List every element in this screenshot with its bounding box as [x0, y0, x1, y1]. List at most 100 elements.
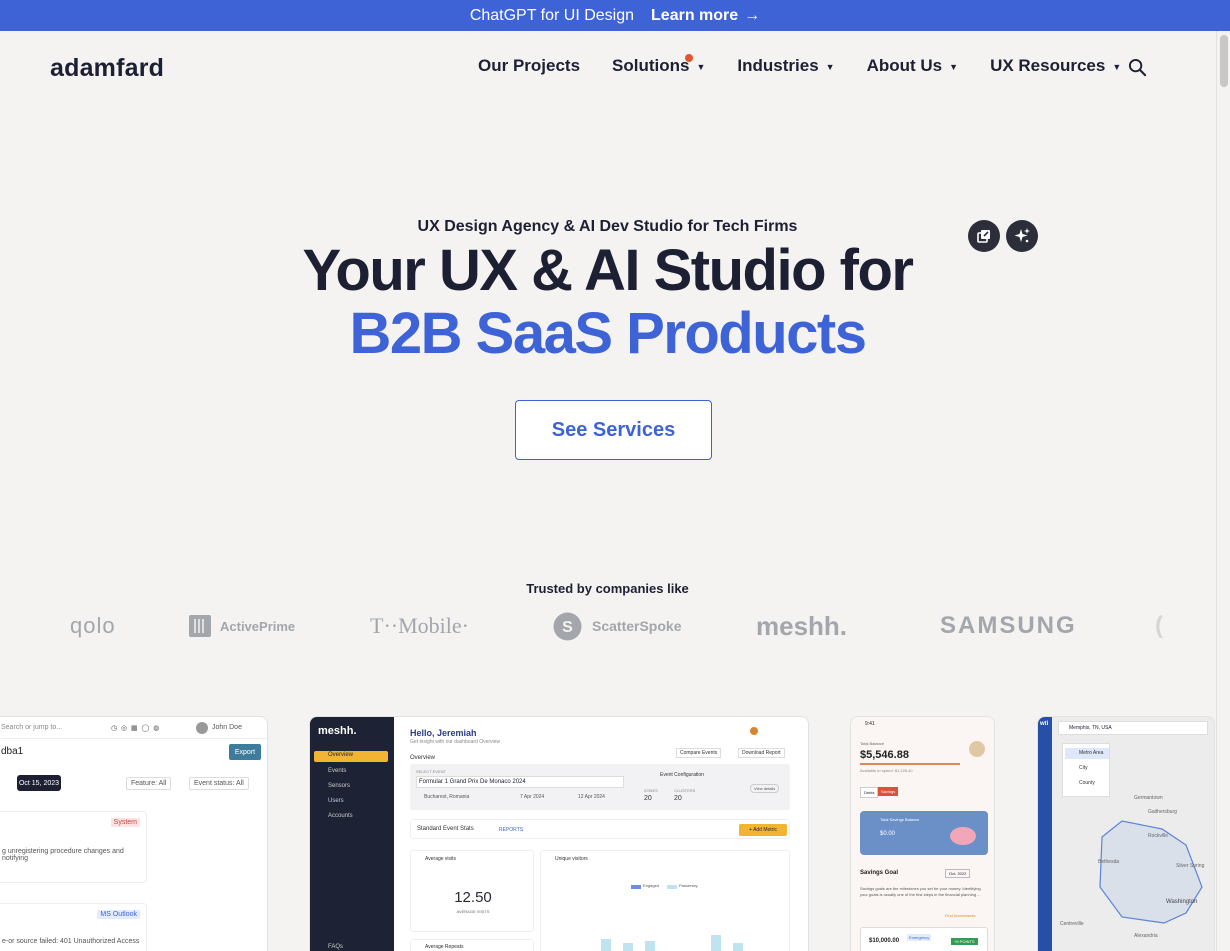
activeprime-icon: [189, 615, 211, 637]
goal-amount: $10,000.00: [869, 938, 900, 944]
status-filter[interactable]: Event status: All: [189, 777, 249, 790]
place-label: Alexandria: [1134, 933, 1158, 939]
add-metric-button[interactable]: + Add Metric: [739, 824, 787, 836]
search-input[interactable]: Search or jump to...: [1, 724, 62, 731]
external-window-icon[interactable]: [968, 220, 1000, 252]
place-label: Rockville: [1148, 833, 1169, 839]
tab-savings[interactable]: Savings: [878, 787, 899, 796]
nav-item-our-projects[interactable]: Our Projects: [478, 56, 580, 76]
scrollbar-thumb[interactable]: [1220, 35, 1228, 87]
status-time: 9:41: [865, 721, 875, 727]
trusted-label: Trusted by companies like: [526, 581, 689, 596]
place-label: Gaithersburg: [1148, 809, 1177, 815]
avg-visits-caption: AVERAGE VISITS: [456, 909, 490, 914]
logo-scatterspoke: S ScatterSpoke: [553, 606, 681, 646]
place-label: Germantown: [1134, 795, 1163, 801]
greeting: Hello, Jeremiah: [410, 728, 477, 738]
stats-title: Standard Event Stats: [417, 826, 474, 832]
menu-item-events[interactable]: Events: [328, 768, 346, 774]
banner-learn-more-link[interactable]: Learn more: [651, 7, 738, 25]
tab-debts[interactable]: Debts: [860, 787, 879, 798]
avg-visits-label: Average visits: [425, 856, 457, 862]
menu-item-faqs[interactable]: FAQs: [328, 944, 343, 950]
goal-description: Savings goals are the milestones you set…: [860, 886, 981, 897]
greeting-sub: Get insight with our dashboard Overview: [410, 739, 501, 745]
nav-label: About Us: [866, 56, 943, 75]
activeprime-wordmark: ActivePrime: [220, 618, 296, 634]
showcase-card-meshh-dashboard: meshh. Overview Events Sensors Users Acc…: [309, 716, 809, 951]
event-select[interactable]: Formular 1 Grand Prix De Monaco 2024: [416, 776, 624, 788]
sparkles-icon[interactable]: [1006, 220, 1038, 252]
legend-engaged: Engaged: [643, 883, 660, 888]
event-text: g unregistering procedure changes and no…: [2, 848, 124, 862]
showcase-card-map: wti Memphis, TN, USA Metro Area City Cou…: [1037, 716, 1215, 951]
clusters-label: CLUSTERS: [674, 788, 696, 793]
savings-card-value: $0.00: [880, 831, 896, 837]
site-logo[interactable]: adamfard: [50, 54, 164, 83]
chevron-down-icon: ▼: [1112, 62, 1122, 72]
export-button[interactable]: Export: [229, 744, 261, 760]
place-label: Centreville: [1060, 921, 1084, 927]
avg-visits-value: 12.50: [454, 889, 492, 906]
logo-activeprime: ActivePrime: [189, 606, 295, 646]
avatar[interactable]: [750, 727, 758, 735]
feature-filter[interactable]: Feature: All: [126, 777, 172, 790]
scatterspoke-icon: S: [553, 612, 582, 640]
menu-item-sensors[interactable]: Sensors: [328, 783, 350, 789]
chevron-down-icon: ▼: [825, 62, 835, 72]
nav-item-ux-resources[interactable]: UX Resources ▼: [990, 56, 1121, 76]
savings-card-label: Total Savings Balance: [880, 817, 920, 822]
floating-actions: [968, 220, 1044, 252]
goal-tag: Emergency: [907, 934, 932, 941]
view-details-button[interactable]: View details: [750, 784, 780, 793]
page-scrollbar[interactable]: [1216, 31, 1230, 951]
compare-events-button[interactable]: Compare Events: [676, 748, 722, 758]
nav-item-solutions[interactable]: Solutions ▼: [612, 54, 705, 76]
balance-label: Total Balance: [860, 741, 885, 746]
map-region-outline: [1099, 820, 1203, 924]
avatar[interactable]: [196, 722, 208, 734]
announcement-banner: ChatGPT for UI Design Learn more →: [0, 0, 1230, 31]
menu-item-overview[interactable]: Overview: [328, 752, 353, 758]
menu-item-users[interactable]: Users: [328, 798, 344, 804]
reports-link[interactable]: REPORTS: [499, 827, 523, 833]
nav-label: UX Resources: [990, 56, 1106, 75]
event-location: Bucharest, Romania: [424, 794, 470, 800]
balance-value: $5,546.88: [860, 749, 909, 761]
nav-label: Solutions: [612, 56, 690, 75]
logo-partial: (: [1155, 612, 1163, 639]
place-label: Washington: [1166, 899, 1198, 905]
status-badge: MS Outlook: [97, 910, 140, 919]
event-text: e-or source failed: 401 Unauthorized Acc…: [2, 938, 140, 945]
place-label: Bethesda: [1098, 859, 1120, 865]
piggy-bank-icon: [950, 827, 976, 845]
savings-goal-title: Savings Goal: [860, 870, 899, 876]
meshh-logo: meshh.: [318, 725, 357, 737]
avg-repeats-label: Average Repeats: [425, 944, 464, 950]
arrow-right-icon[interactable]: →: [744, 7, 760, 25]
logo-qolo: qolo: [70, 613, 116, 638]
user-name: John Doe: [212, 724, 242, 731]
section-title: Overview: [410, 755, 436, 761]
showcase-card-events: Search or jump to... ◷ ◎ ▦ ◯ ◍ John Doe …: [0, 716, 268, 951]
scatterspoke-wordmark: ScatterSpoke: [592, 618, 682, 634]
nav-label: Our Projects: [478, 56, 581, 75]
download-report-button[interactable]: Download Report: [738, 748, 785, 758]
page-title: dba1: [1, 746, 24, 757]
search-icon[interactable]: [1128, 58, 1147, 77]
nav-item-about-us[interactable]: About Us ▼: [867, 56, 958, 76]
goal-date-select[interactable]: Oct, 2022: [945, 869, 971, 878]
menu-item-accounts[interactable]: Accounts: [328, 813, 353, 819]
see-services-button[interactable]: See Services: [515, 400, 712, 460]
showcase-card-savings-app: 9:41 Total Balance $5,546.88 Available t…: [850, 716, 995, 951]
date-chip[interactable]: Oct 15, 2023: [17, 775, 61, 791]
available-text: Available to spend: $1,226.40: [860, 768, 913, 773]
event-end: 12 Apr 2024: [578, 794, 605, 800]
avatar[interactable]: [969, 741, 985, 757]
nav-item-industries[interactable]: Industries ▼: [737, 56, 834, 76]
client-logos: qolo ActivePrime T··Mobile· S ScatterSpo…: [0, 606, 1215, 646]
find-investments-link[interactable]: Find Investments: [945, 913, 975, 918]
event-config: Event Configuration: [660, 772, 704, 778]
points-badge: +5 POINTS: [951, 938, 978, 945]
zones-value: 20: [644, 795, 652, 802]
